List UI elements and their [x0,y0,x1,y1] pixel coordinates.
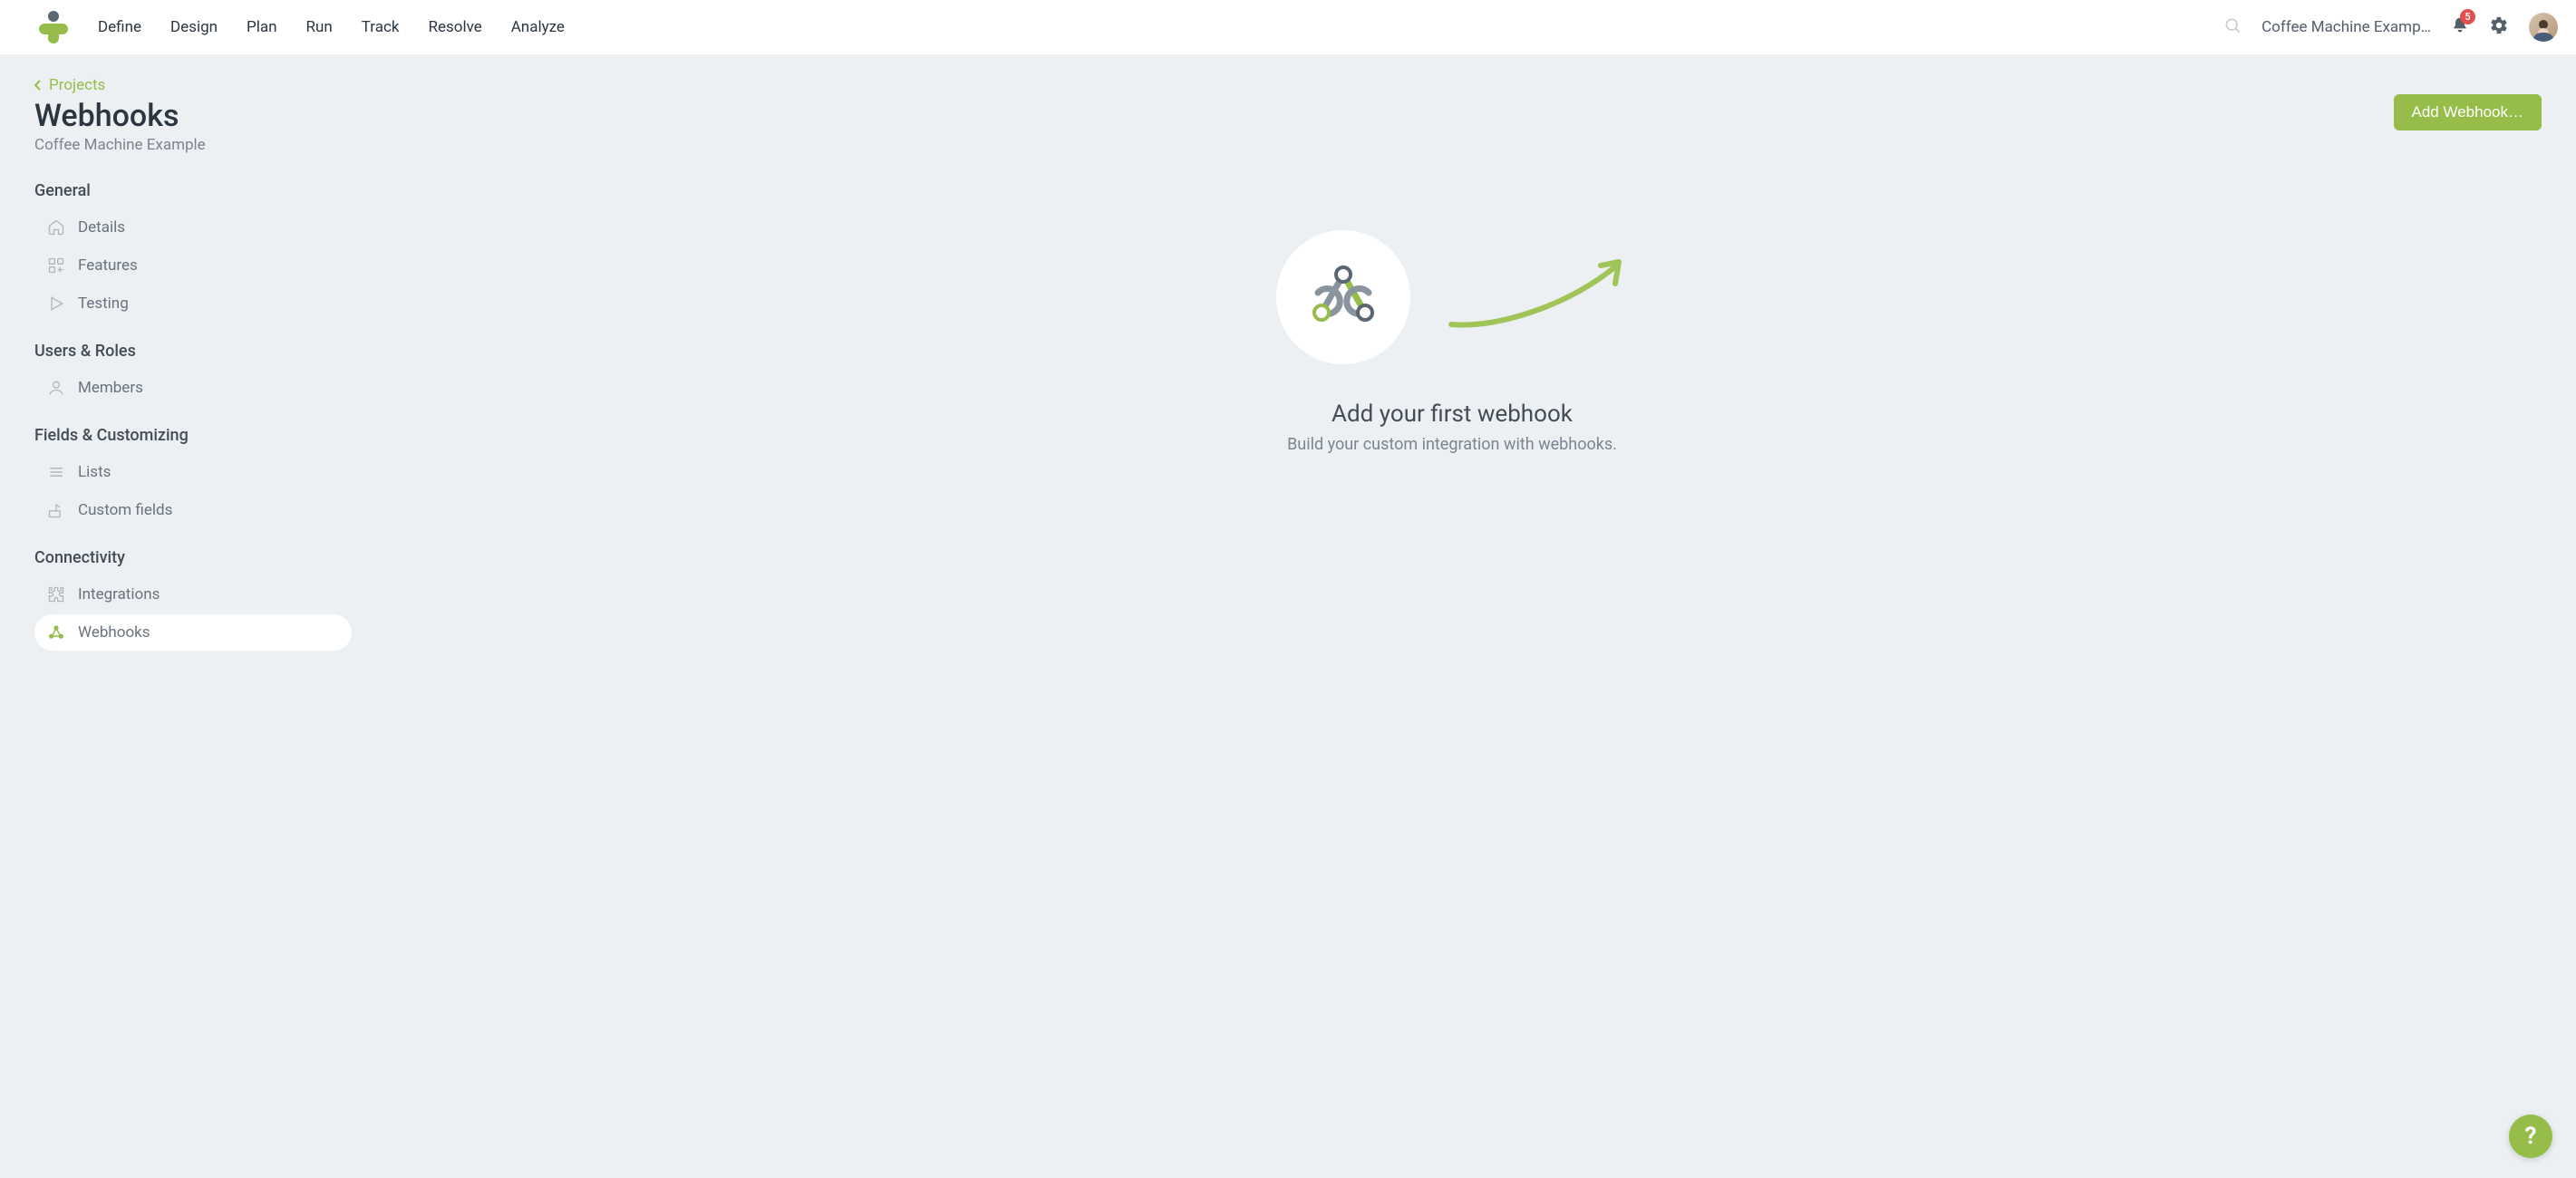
features-icon [47,256,65,275]
sidebar-item-lists[interactable]: Lists [34,454,352,490]
section-heading-fields: Fields & Customizing [34,426,363,445]
sidebar-item-custom-fields[interactable]: Custom fields [34,492,352,528]
notification-badge: 5 [2460,9,2475,24]
puzzle-icon [47,585,65,603]
breadcrumb-label: Projects [49,76,105,94]
nav-item-design[interactable]: Design [170,18,218,36]
empty-state-title: Add your first webhook [1332,401,1573,428]
sidebar-item-details[interactable]: Details [34,209,352,246]
project-selector[interactable]: Coffee Machine Examp… [2261,18,2431,36]
main-content: Add Webhook… [363,54,2576,680]
nav-item-analyze[interactable]: Analyze [511,18,565,36]
sidebar-item-label: Custom fields [78,501,172,519]
arrow-illustration-icon [1447,256,1628,338]
sidebar-item-label: Features [78,256,138,275]
nav-item-define[interactable]: Define [98,18,141,36]
empty-state-circle [1276,230,1410,364]
home-icon [47,218,65,237]
sidebar-item-label: Members [78,379,143,397]
section-heading-general: General [34,181,363,200]
settings-icon[interactable] [2489,15,2509,39]
settings-sidebar: Projects Webhooks Coffee Machine Example… [0,54,363,680]
nav-item-plan[interactable]: Plan [247,18,277,36]
play-icon [47,294,65,313]
notifications-button[interactable]: 5 [2451,15,2469,39]
nav-item-track[interactable]: Track [362,18,400,36]
chevron-left-icon [34,80,42,91]
search-icon[interactable] [2223,16,2242,38]
app-header: Define Design Plan Run Track Resolve Ana… [0,0,2576,54]
section-heading-connectivity: Connectivity [34,548,363,567]
empty-state-visual [1276,230,1628,364]
breadcrumb-back[interactable]: Projects [34,76,363,94]
help-button[interactable]: ? [2509,1115,2552,1158]
sidebar-item-testing[interactable]: Testing [34,285,352,322]
app-logo[interactable] [36,9,71,45]
sidebar-item-label: Webhooks [78,623,150,642]
user-avatar[interactable] [2529,13,2558,42]
section-heading-users: Users & Roles [34,342,363,361]
sidebar-item-label: Testing [78,294,129,313]
list-icon [47,463,65,481]
main-nav: Define Design Plan Run Track Resolve Ana… [98,18,565,36]
webhook-illustration-icon [1305,264,1381,331]
sidebar-item-integrations[interactable]: Integrations [34,576,352,613]
sidebar-item-features[interactable]: Features [34,247,352,284]
empty-state: Add your first webhook Build your custom… [363,230,2542,454]
nav-item-resolve[interactable]: Resolve [428,18,481,36]
sidebar-item-members[interactable]: Members [34,370,352,406]
empty-state-subtitle: Build your custom integration with webho… [1287,435,1617,454]
webhook-icon [47,623,65,642]
nav-item-run[interactable]: Run [306,18,333,36]
sidebar-item-webhooks[interactable]: Webhooks [34,614,352,651]
page-subtitle: Coffee Machine Example [34,136,363,154]
page-title: Webhooks [34,98,363,134]
user-icon [47,379,65,397]
sidebar-item-label: Details [78,218,125,237]
custom-fields-icon [47,501,65,519]
sidebar-item-label: Integrations [78,585,160,603]
add-webhook-button[interactable]: Add Webhook… [2394,94,2542,130]
sidebar-item-label: Lists [78,463,111,481]
